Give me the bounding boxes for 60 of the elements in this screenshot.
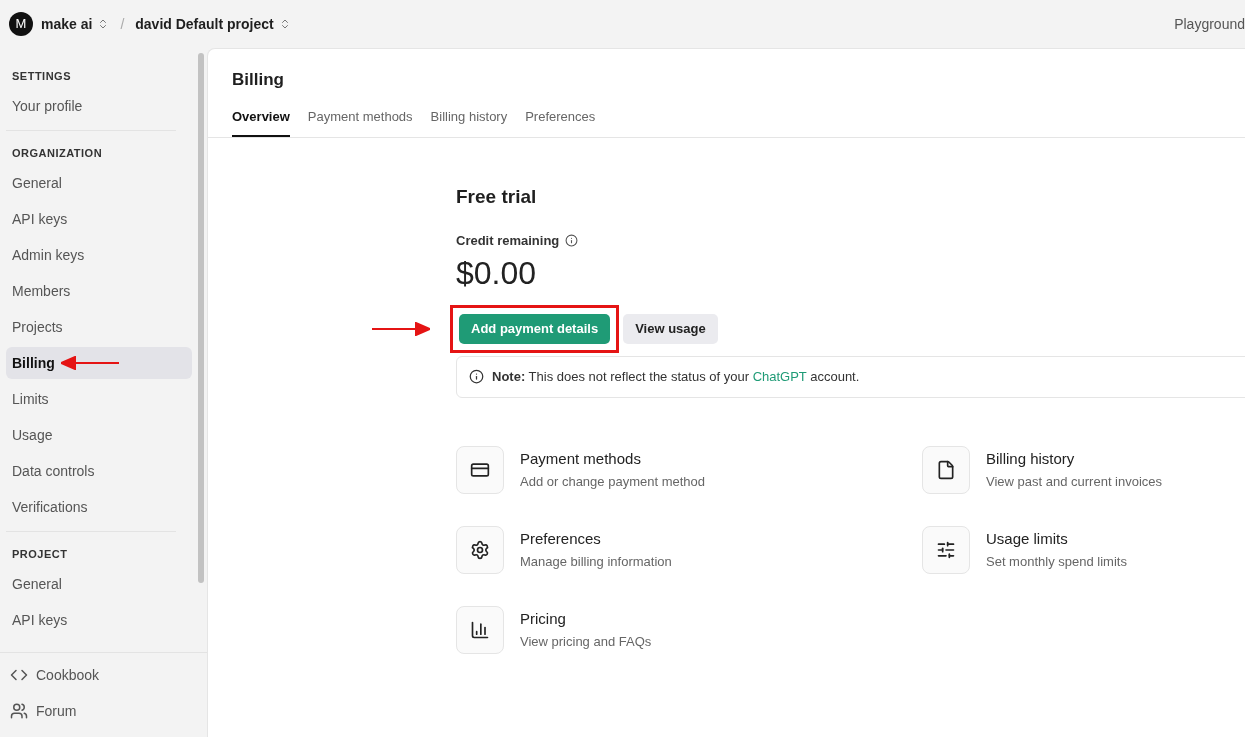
document-icon <box>936 459 956 480</box>
tab[interactable]: Overview <box>232 107 290 137</box>
card-subtitle: View past and current invoices <box>986 473 1163 491</box>
card-title[interactable]: Preferences <box>520 527 672 550</box>
bar-chart-icon <box>470 619 490 640</box>
annotation-arrow <box>372 321 430 336</box>
card-subtitle: Set monthly spend limits <box>986 553 1127 571</box>
people-icon <box>10 702 28 720</box>
card-subtitle: View pricing and FAQs <box>520 633 652 651</box>
sidebar-item[interactable]: API keys <box>6 604 192 636</box>
sidebar-item[interactable]: General <box>6 568 192 600</box>
tab[interactable]: Preferences <box>525 107 596 137</box>
sidebar-item[interactable]: Projects <box>6 311 192 343</box>
sidebar-item[interactable]: Admin keys <box>6 239 192 271</box>
view-usage-button[interactable]: View usage <box>623 313 718 344</box>
card-subtitle: Add or change payment method <box>520 473 705 491</box>
card-title[interactable]: Usage limits <box>986 527 1127 550</box>
add-payment-button[interactable]: Add payment details <box>459 313 611 344</box>
tab[interactable]: Billing history <box>430 107 508 137</box>
tab[interactable]: Payment methods <box>307 107 413 137</box>
card-title[interactable]: Billing history <box>986 447 1163 470</box>
footer-link[interactable]: Forum <box>10 693 197 729</box>
card-title[interactable]: Payment methods <box>520 447 705 470</box>
sidebar-item[interactable]: Limits <box>6 383 192 415</box>
page-title: Billing <box>232 69 285 91</box>
sidebar-item[interactable]: Members <box>6 275 192 307</box>
breadcrumb-separator: / <box>120 14 125 34</box>
sidebar-item[interactable]: Your profile <box>6 90 192 122</box>
project-switcher[interactable]: david Default project <box>135 13 291 35</box>
footer-link[interactable]: Cookbook <box>10 657 197 693</box>
section-heading: PROJECT <box>11 547 69 562</box>
info-icon <box>469 369 484 384</box>
organization-avatar[interactable]: M <box>9 12 33 36</box>
card-title[interactable]: Pricing <box>520 607 652 630</box>
card-subtitle: Manage billing information <box>520 553 672 571</box>
sidebar-item[interactable]: Verifications <box>6 491 192 523</box>
sliders-icon <box>936 539 956 560</box>
icon-tile[interactable] <box>922 525 970 574</box>
icon-tile[interactable] <box>456 445 504 494</box>
icon-tile[interactable] <box>456 605 504 654</box>
sidebar-item[interactable]: Usage <box>6 419 192 451</box>
credit-amount: $0.00 <box>456 253 538 293</box>
scrollbar-thumb[interactable] <box>198 53 204 583</box>
note-text: Note: This does not reflect the status of your ChatGPT account. <box>492 367 860 386</box>
annotation-arrow <box>60 356 119 370</box>
info-icon[interactable] <box>565 234 579 248</box>
sidebar-item[interactable]: API keys <box>6 203 192 235</box>
settings-icon <box>470 539 490 560</box>
credit-label: Credit remaining <box>456 232 560 250</box>
sidebar-item[interactable]: Billing <box>6 347 192 379</box>
icon-tile[interactable] <box>922 445 970 494</box>
organization-switcher[interactable]: make ai <box>41 13 110 35</box>
plan-title: Free trial <box>456 184 538 209</box>
sidebar-item[interactable]: Data controls <box>6 455 192 487</box>
section-heading: ORGANIZATION <box>11 146 104 161</box>
chatgpt-link[interactable]: ChatGPT <box>752 368 807 384</box>
section-heading: SETTINGS <box>11 69 72 84</box>
playground-link[interactable]: Playground <box>1174 13 1245 35</box>
sidebar-item[interactable]: General <box>6 167 192 199</box>
icon-tile[interactable] <box>456 525 504 574</box>
